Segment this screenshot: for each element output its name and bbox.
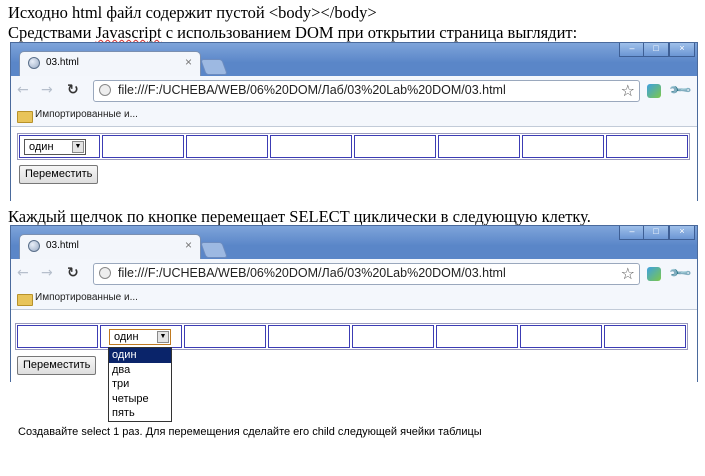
option-5[interactable]: пять [109, 406, 171, 421]
table-cell [436, 325, 518, 348]
table-cell: один ▼ [19, 135, 100, 158]
table-cell [604, 325, 686, 348]
table-cell [438, 135, 520, 158]
table-cell [520, 325, 602, 348]
tab-close-icon[interactable]: × [185, 55, 192, 69]
extension-icon[interactable] [647, 84, 661, 98]
select-value: один [29, 141, 54, 153]
select-value: один [114, 331, 139, 343]
star-icon[interactable]: ☆ [621, 264, 635, 283]
table-cell [522, 135, 604, 158]
globe-icon [28, 57, 40, 69]
back-arrow-icon[interactable]: ← [17, 265, 29, 281]
titlebar: 03.html × – □ × [11, 43, 697, 76]
browser-tab[interactable]: 03.html × [19, 234, 201, 259]
bookmark-folder-label[interactable]: Импортированные и... [35, 292, 138, 303]
close-window-button[interactable]: × [669, 43, 695, 57]
move-button[interactable]: Переместить [17, 356, 97, 375]
select-dropdown-list[interactable]: один два три четыре пять [108, 347, 172, 422]
close-window-button[interactable]: × [669, 226, 695, 240]
url-text[interactable]: file:///F:/UCHEBA/WEB/06%20DOM/Лаб/03%20… [118, 83, 506, 97]
folder-icon [17, 111, 33, 123]
reload-icon[interactable]: ↻ [67, 82, 79, 98]
forward-arrow-icon[interactable]: → [41, 82, 53, 98]
doc-line-2-start: Средствами [8, 23, 96, 42]
option-4[interactable]: четыре [109, 392, 171, 407]
forward-arrow-icon[interactable]: → [41, 265, 53, 281]
back-arrow-icon[interactable]: ← [17, 82, 29, 98]
move-button[interactable]: Переместить [19, 165, 99, 184]
table-cell [268, 325, 350, 348]
option-1[interactable]: один [109, 348, 171, 363]
doc-line-2: Средствами Javascript с использованием D… [8, 23, 577, 43]
page-icon [99, 84, 111, 96]
bookmarks-bar: Импортированные и... [11, 106, 697, 127]
star-icon[interactable]: ☆ [621, 81, 635, 100]
table-cell: один ▼ [100, 325, 182, 348]
table-cell [186, 135, 268, 158]
wrench-icon[interactable]: 🔧 [667, 260, 693, 286]
new-tab-button[interactable] [200, 59, 228, 75]
reload-icon[interactable]: ↻ [67, 265, 79, 281]
address-bar[interactable]: file:///F:/UCHEBA/WEB/06%20DOM/Лаб/03%20… [93, 80, 640, 102]
table-cell [354, 135, 436, 158]
titlebar: 03.html × – □ × [11, 226, 697, 259]
option-3[interactable]: три [109, 377, 171, 392]
page-icon [99, 267, 111, 279]
extension-icon[interactable] [647, 267, 661, 281]
value-select[interactable]: один ▼ [109, 329, 171, 345]
bookmark-folder-label[interactable]: Импортированные и... [35, 109, 138, 120]
globe-icon [28, 240, 40, 252]
browser-window-initial: 03.html × – □ × ← → ↻ file:///F:/UCHEBA/… [10, 42, 698, 201]
cell-table: один ▼ [17, 133, 690, 160]
wrench-icon[interactable]: 🔧 [667, 77, 693, 103]
tab-title: 03.html [46, 240, 79, 251]
cell-table: один ▼ [15, 323, 688, 350]
table-cell [184, 325, 266, 348]
doc-line-2-javascript: Javascript [95, 23, 162, 42]
navigation-bar: ← → ↻ file:///F:/UCHEBA/WEB/06%20DOM/Лаб… [11, 259, 697, 289]
option-2[interactable]: два [109, 363, 171, 378]
doc-line-2-end: с использованием DOM при открытии страни… [161, 23, 578, 42]
chevron-down-icon[interactable]: ▼ [157, 331, 169, 343]
maximize-button[interactable]: □ [643, 226, 669, 240]
bookmarks-bar: Импортированные и... [11, 289, 697, 310]
address-bar[interactable]: file:///F:/UCHEBA/WEB/06%20DOM/Лаб/03%20… [93, 263, 640, 285]
tab-close-icon[interactable]: × [185, 238, 192, 252]
chevron-down-icon[interactable]: ▼ [72, 141, 84, 153]
minimize-button[interactable]: – [619, 43, 645, 57]
navigation-bar: ← → ↻ file:///F:/UCHEBA/WEB/06%20DOM/Лаб… [11, 76, 697, 106]
assignment-note: Создавайте select 1 раз. Для перемещения… [18, 426, 482, 438]
doc-line-3: Каждый щелчок по кнопке перемещает SELEC… [8, 207, 591, 226]
new-tab-button[interactable] [200, 242, 228, 258]
browser-tab[interactable]: 03.html × [19, 51, 201, 76]
url-text[interactable]: file:///F:/UCHEBA/WEB/06%20DOM/Лаб/03%20… [118, 266, 506, 280]
table-cell [102, 135, 184, 158]
table-cell [352, 325, 434, 348]
minimize-button[interactable]: – [619, 226, 645, 240]
maximize-button[interactable]: □ [643, 43, 669, 57]
folder-icon [17, 294, 33, 306]
tab-title: 03.html [46, 57, 79, 68]
table-cell [17, 325, 98, 348]
table-cell [606, 135, 688, 158]
value-select[interactable]: один ▼ [24, 139, 86, 155]
table-cell [270, 135, 352, 158]
doc-line-1: Исходно html файл содержит пустой <body>… [8, 3, 377, 22]
